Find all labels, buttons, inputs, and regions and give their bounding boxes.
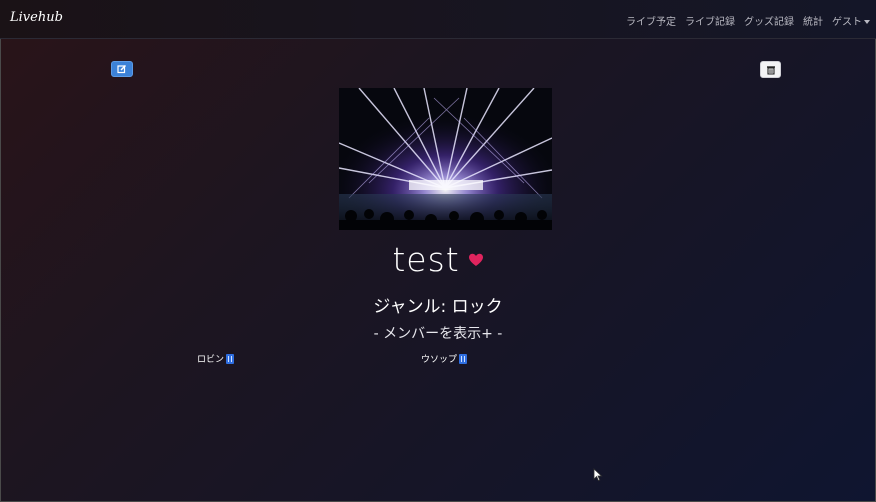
heart-icon[interactable] — [468, 253, 484, 267]
nav-upcoming-lives[interactable]: ライブ予定 — [626, 13, 676, 28]
member-name: ウソップ — [421, 355, 458, 365]
artist-name: test — [392, 240, 460, 279]
edit-icon — [117, 64, 127, 74]
nav-links: ライブ予定 ライブ記録 グッズ記録 統計 ゲスト — [626, 13, 870, 28]
nav-live-records[interactable]: ライブ記録 — [685, 13, 735, 28]
top-navbar: Livehub ライブ予定 ライブ記録 グッズ記録 統計 ゲスト — [0, 0, 876, 39]
trash-icon — [766, 65, 775, 74]
delete-artist-button[interactable] — [760, 61, 781, 78]
nav-goods-records[interactable]: グッズ記録 — [744, 13, 794, 28]
edit-artist-button[interactable] — [111, 61, 133, 77]
caret-down-icon — [864, 20, 870, 24]
artist-genre: ジャンル: ロック — [373, 297, 503, 317]
artist-title: test — [0, 240, 876, 279]
brand-logo[interactable]: Livehub — [10, 10, 63, 25]
nav-statistics[interactable]: 統計 — [803, 13, 823, 28]
artist-image — [339, 88, 552, 230]
nav-user-menu[interactable]: ゲスト — [832, 13, 870, 28]
show-members-toggle[interactable]: - メンバーを表示+ - — [0, 323, 876, 343]
user-menu-label: ゲスト — [832, 17, 862, 28]
member-delete-icon[interactable] — [459, 353, 468, 364]
mouse-cursor-icon — [593, 468, 603, 482]
member-delete-icon[interactable] — [226, 353, 235, 364]
member-name: ロビン — [197, 355, 225, 365]
member-item: ウソップ — [421, 352, 468, 365]
member-item: ロビン — [197, 352, 235, 365]
